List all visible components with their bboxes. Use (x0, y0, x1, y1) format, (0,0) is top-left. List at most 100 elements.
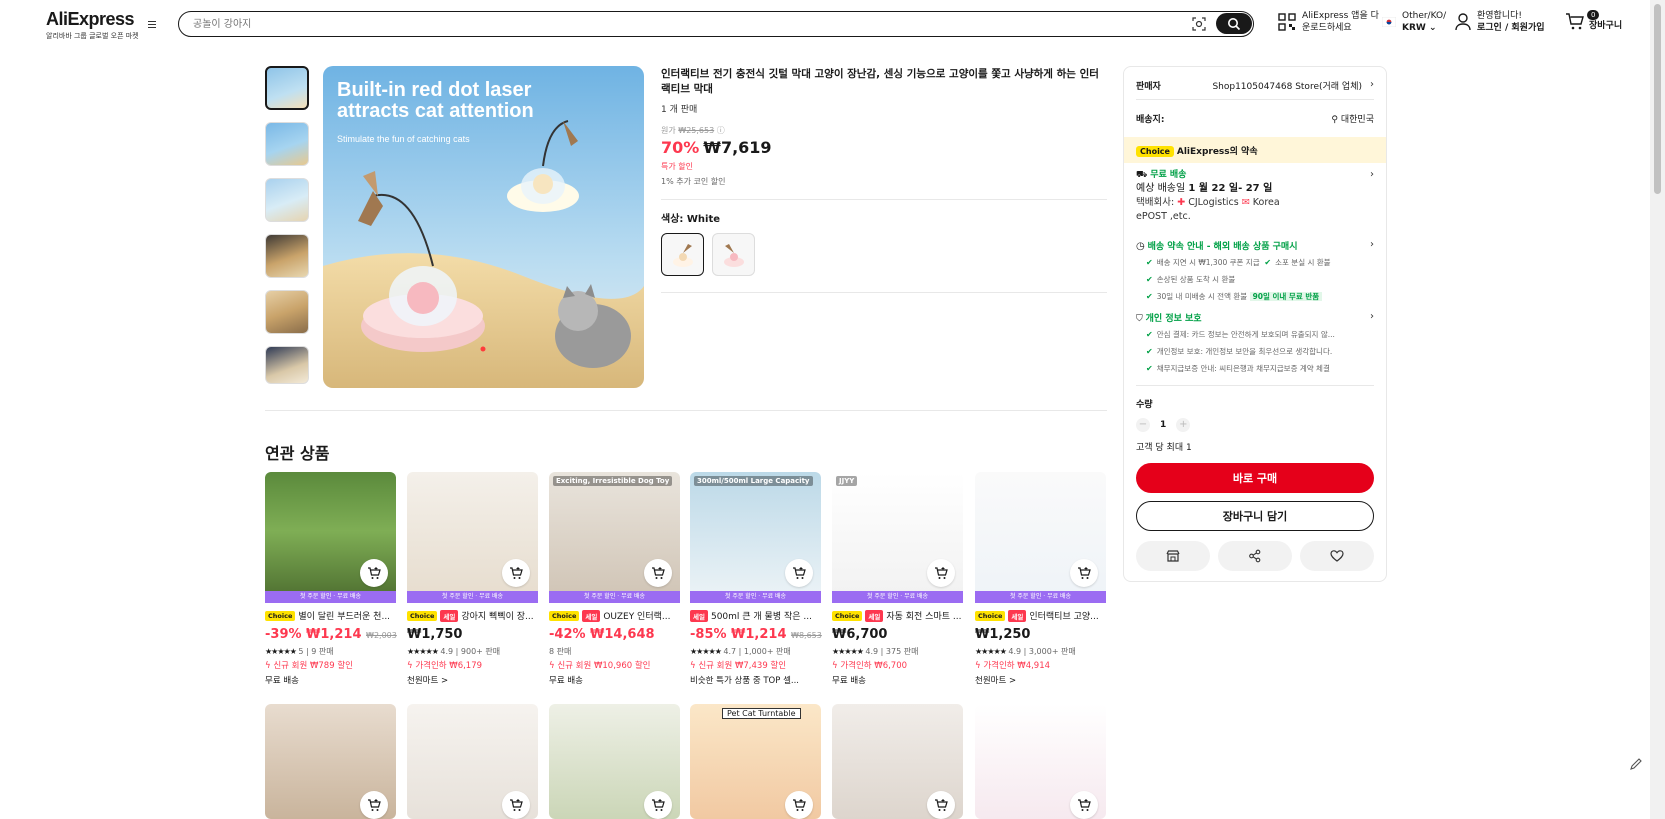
cart-button[interactable]: 0 장바구니 (1565, 10, 1622, 32)
divider (1136, 99, 1374, 100)
product-card[interactable]: JJYY 첫 주문 할인 · 무료 배송 Choice 세일 자동 회전 스마트 ...… (832, 472, 963, 686)
product-card[interactable] (407, 704, 538, 819)
thumbnail-4[interactable] (265, 234, 309, 278)
add-to-cart-icon[interactable] (785, 559, 813, 587)
product-card[interactable] (975, 704, 1106, 819)
store-button[interactable] (1136, 541, 1210, 571)
camera-search-icon[interactable] (1191, 16, 1207, 32)
product-card-title[interactable]: Choice 별이 달린 부드러운 천... (265, 609, 396, 622)
product-card-price: -85% ₩1,214 ₩8,653 (690, 627, 822, 642)
product-card[interactable]: Exciting, Irresistible Dog Toy 첫 주문 할인 · … (549, 472, 680, 686)
product-card-shipping: 비슷한 특가 상품 중 TOP 셀... (690, 676, 800, 686)
search-button[interactable] (1216, 13, 1252, 34)
thumbnail-list (265, 66, 311, 396)
quantity-decrease-button[interactable]: − (1136, 418, 1150, 432)
product-card-image[interactable]: Pet Cat Turntable (690, 704, 821, 819)
product-card-image[interactable] (975, 704, 1106, 819)
add-to-cart-icon[interactable] (1070, 559, 1098, 587)
language-currency-selector[interactable]: Other/KO/KRW ⌄ (1382, 10, 1446, 34)
product-card-image[interactable] (407, 704, 538, 819)
add-to-cart-button[interactable]: 장바구니 담기 (1136, 501, 1374, 531)
product-card-image[interactable] (265, 704, 396, 819)
product-card-rating: ★★★★★ 4.7 | 1,000+ 판매 (690, 646, 821, 657)
account-menu[interactable]: 환영합니다! 로그인 / 회원가입 (1455, 10, 1545, 34)
search-bar (178, 11, 1254, 37)
seller-link[interactable]: Shop1105047468 Store(거래 업체) (1212, 79, 1362, 92)
product-card-image[interactable]: Exciting, Irresistible Dog Toy 첫 주문 할인 · … (549, 472, 680, 603)
image-caption: 300ml/500ml Large Capacity (694, 476, 813, 486)
wishlist-button[interactable] (1300, 541, 1374, 571)
title-text: OUZEY 인터랙... (603, 612, 671, 622)
aliexpress-logo[interactable]: AliExpress 알리바바 그룹 글로벌 오픈 마켓 (46, 9, 139, 41)
edit-icon[interactable] (1629, 757, 1643, 771)
product-card-image[interactable] (549, 704, 680, 819)
product-card-title[interactable]: Choice 세일 강아지 삑삑이 장... (407, 609, 538, 622)
privacy-item: 안심 결제: 카드 정보는 안전하게 보호되며 유출되지 않... (1156, 330, 1335, 339)
product-card-title[interactable]: Choice 세일 자동 회전 스마트 ... (832, 609, 963, 622)
courier-korea: Korea (1252, 197, 1280, 208)
thumbnail-2[interactable] (265, 122, 309, 166)
thumbnail-3[interactable] (265, 178, 309, 222)
thumbnail-1[interactable] (265, 66, 309, 110)
quantity-value: 1 (1160, 420, 1167, 430)
scrollbar-thumb[interactable] (1654, 4, 1661, 194)
product-card-title[interactable]: Choice 세일 OUZEY 인터랙... (549, 609, 680, 622)
add-to-cart-icon[interactable] (360, 791, 388, 819)
ship-to-row[interactable]: 배송지: ⚲ 대한민국 (1136, 112, 1374, 125)
main-product-image[interactable]: Built-in red dot laser attracts cat atten… (323, 66, 644, 388)
app-download[interactable]: AliExpress 앱을 다 운로드하세요 (1278, 10, 1379, 34)
swatch-white[interactable] (661, 233, 704, 276)
add-to-cart-icon[interactable] (927, 791, 955, 819)
product-card-image[interactable]: 첫 주문 할인 · 무료 배송 (265, 472, 396, 603)
add-to-cart-icon[interactable] (502, 559, 530, 587)
add-to-cart-icon[interactable] (502, 791, 530, 819)
app-line1: AliExpress 앱을 다 (1302, 11, 1379, 21)
product-card-image[interactable] (832, 704, 963, 819)
title-text: 자동 회전 스마트 ... (886, 612, 962, 622)
thumbnail-5[interactable] (265, 290, 309, 334)
product-card-image[interactable]: JJYY 첫 주문 할인 · 무료 배송 (832, 472, 963, 603)
swatch-pink[interactable] (712, 233, 755, 276)
product-card-image[interactable]: 첫 주문 할인 · 무료 배송 (407, 472, 538, 603)
product-card[interactable] (265, 704, 396, 819)
product-card[interactable] (832, 704, 963, 819)
courier-cj: CJLogistics (1188, 197, 1239, 208)
quantity-limit: 고객 당 최대 1 (1136, 443, 1192, 453)
promo-text: 가격인하 ₩6,179 (415, 661, 483, 671)
product-card-image[interactable]: 300ml/500ml Large Capacity 첫 주문 할인 · 무료 배… (690, 472, 821, 603)
heart-icon (1330, 550, 1344, 562)
korea-flag-icon (1382, 17, 1396, 27)
quantity-increase-button[interactable]: + (1176, 418, 1191, 432)
add-to-cart-icon[interactable] (785, 791, 813, 819)
coin-discount: 1% 추가 코인 할인 (661, 177, 726, 186)
product-card[interactable]: 첫 주문 할인 · 무료 배송 Choice 별이 달린 부드러운 천... -39%… (265, 472, 397, 686)
divider (1136, 385, 1374, 386)
search-input[interactable] (193, 16, 1093, 32)
page-scrollbar[interactable] (1650, 0, 1665, 819)
add-to-cart-icon[interactable] (927, 559, 955, 587)
add-to-cart-icon[interactable] (1070, 791, 1098, 819)
privacy-section[interactable]: ⛉ 개인 정보 보호 › ✔ 안심 결제: 카드 정보는 안전하게 보호되며 유출… (1136, 311, 1374, 377)
product-card[interactable]: Pet Cat Turntable (690, 704, 821, 819)
star-rating-icon: ★★★★★ (975, 647, 1007, 656)
add-to-cart-icon[interactable] (360, 559, 388, 587)
free-shipping-section[interactable]: ⛟ 무료 배송 › 예상 배송일 1 월 22 일- 27 일 택배회사: ✚ … (1136, 168, 1374, 224)
menu-icon[interactable] (146, 18, 158, 30)
product-card[interactable]: 300ml/500ml Large Capacity 첫 주문 할인 · 무료 배… (690, 472, 822, 686)
image-caption: Pet Cat Turntable (722, 708, 801, 719)
product-card-title[interactable]: 세일 500ml 큰 개 물병 작은 ... (690, 609, 821, 622)
add-to-cart-icon[interactable] (644, 559, 672, 587)
info-icon[interactable]: ⓘ (717, 126, 725, 135)
share-button[interactable] (1218, 541, 1292, 571)
product-card[interactable] (549, 704, 680, 819)
thumbnail-6[interactable] (265, 346, 309, 384)
share-icon (1249, 549, 1261, 563)
buy-now-button[interactable]: 바로 구매 (1136, 463, 1374, 493)
add-to-cart-icon[interactable] (644, 791, 672, 819)
delivery-promise-section[interactable]: ◷ 배송 약속 안내 - 해외 배송 상품 구매시 › ✔ 배송 지연 시 ₩1,… (1136, 239, 1374, 305)
product-card[interactable]: 첫 주문 할인 · 무료 배송 Choice 세일 인터랙티브 고양... ₩1,250… (975, 472, 1106, 686)
product-card-title[interactable]: Choice 세일 인터랙티브 고양... (975, 609, 1106, 622)
product-card[interactable]: 첫 주문 할인 · 무료 배송 Choice 세일 강아지 삑삑이 장... ₩1,75… (407, 472, 538, 686)
product-card-image[interactable]: 첫 주문 할인 · 무료 배송 (975, 472, 1106, 603)
user-icon (1455, 13, 1471, 31)
